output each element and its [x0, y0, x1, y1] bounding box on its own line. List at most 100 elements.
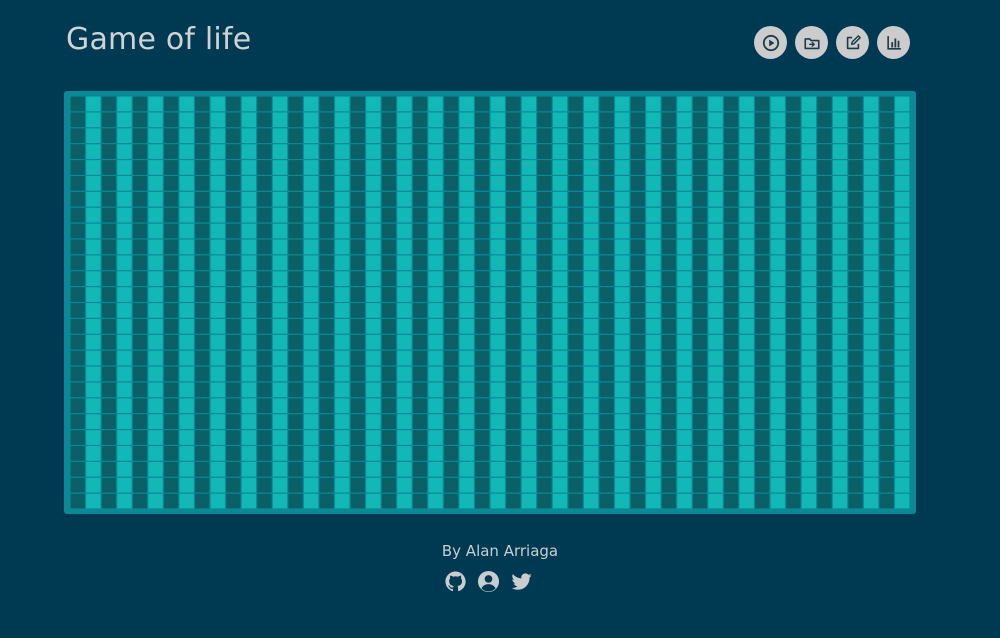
live-cell[interactable] — [397, 112, 412, 128]
live-cell[interactable] — [832, 446, 848, 461]
dead-cell[interactable] — [475, 366, 490, 382]
live-cell[interactable] — [677, 176, 692, 191]
live-cell[interactable] — [179, 144, 194, 159]
live-cell[interactable] — [677, 128, 692, 144]
dead-cell[interactable] — [506, 271, 521, 287]
live-cell[interactable] — [397, 191, 412, 207]
live-cell[interactable] — [646, 176, 661, 191]
dead-cell[interactable] — [443, 318, 459, 334]
dead-cell[interactable] — [692, 176, 708, 191]
dead-cell[interactable] — [475, 255, 490, 271]
live-cell[interactable] — [770, 191, 785, 207]
dead-cell[interactable] — [132, 160, 148, 175]
dead-cell[interactable] — [381, 239, 397, 255]
dead-cell[interactable] — [163, 160, 179, 175]
live-cell[interactable] — [459, 303, 474, 318]
live-cell[interactable] — [428, 334, 443, 350]
dead-cell[interactable] — [568, 382, 583, 398]
dead-cell[interactable] — [879, 223, 894, 239]
live-cell[interactable] — [552, 430, 568, 445]
live-cell[interactable] — [863, 303, 879, 318]
live-cell[interactable] — [117, 191, 132, 207]
dead-cell[interactable] — [70, 144, 85, 159]
dead-cell[interactable] — [786, 287, 801, 302]
live-cell[interactable] — [335, 207, 350, 223]
dead-cell[interactable] — [70, 382, 85, 398]
live-cell[interactable] — [397, 207, 412, 223]
dead-cell[interactable] — [288, 318, 303, 334]
live-cell[interactable] — [770, 239, 785, 255]
dead-cell[interactable] — [786, 112, 801, 128]
dead-cell[interactable] — [443, 366, 459, 382]
live-cell[interactable] — [615, 382, 630, 398]
live-cell[interactable] — [117, 160, 132, 175]
dead-cell[interactable] — [226, 255, 241, 271]
dead-cell[interactable] — [817, 493, 832, 509]
live-cell[interactable] — [895, 239, 910, 255]
dead-cell[interactable] — [257, 366, 272, 382]
live-cell[interactable] — [677, 398, 692, 414]
dead-cell[interactable] — [257, 287, 272, 302]
dead-cell[interactable] — [817, 446, 832, 461]
dead-cell[interactable] — [630, 366, 645, 382]
live-cell[interactable] — [179, 303, 194, 318]
edit-button[interactable] — [836, 26, 869, 59]
live-cell[interactable] — [335, 382, 350, 398]
live-cell[interactable] — [335, 318, 350, 334]
live-cell[interactable] — [490, 461, 505, 477]
live-cell[interactable] — [303, 144, 319, 159]
dead-cell[interactable] — [288, 366, 303, 382]
live-cell[interactable] — [521, 446, 537, 461]
dead-cell[interactable] — [412, 223, 428, 239]
dead-cell[interactable] — [692, 446, 708, 461]
live-cell[interactable] — [210, 493, 225, 509]
dead-cell[interactable] — [443, 493, 459, 509]
live-cell[interactable] — [117, 318, 132, 334]
dead-cell[interactable] — [70, 96, 85, 112]
dead-cell[interactable] — [879, 350, 894, 366]
dead-cell[interactable] — [692, 430, 708, 445]
live-cell[interactable] — [708, 287, 723, 302]
dead-cell[interactable] — [568, 176, 583, 191]
live-cell[interactable] — [148, 239, 163, 255]
live-cell[interactable] — [490, 128, 505, 144]
dead-cell[interactable] — [132, 398, 148, 414]
live-cell[interactable] — [303, 382, 319, 398]
live-cell[interactable] — [272, 430, 288, 445]
dead-cell[interactable] — [599, 303, 614, 318]
dead-cell[interactable] — [443, 96, 459, 112]
dead-cell[interactable] — [101, 112, 117, 128]
dead-cell[interactable] — [692, 271, 708, 287]
dead-cell[interactable] — [630, 461, 645, 477]
live-cell[interactable] — [677, 144, 692, 159]
live-cell[interactable] — [117, 398, 132, 414]
dead-cell[interactable] — [319, 255, 334, 271]
dead-cell[interactable] — [319, 398, 334, 414]
live-cell[interactable] — [272, 414, 288, 429]
dead-cell[interactable] — [630, 334, 645, 350]
dead-cell[interactable] — [195, 176, 210, 191]
dead-cell[interactable] — [412, 239, 428, 255]
dead-cell[interactable] — [350, 382, 365, 398]
live-cell[interactable] — [86, 271, 101, 287]
live-cell[interactable] — [366, 271, 381, 287]
dead-cell[interactable] — [475, 334, 490, 350]
live-cell[interactable] — [863, 223, 879, 239]
live-cell[interactable] — [335, 144, 350, 159]
live-cell[interactable] — [739, 382, 754, 398]
live-cell[interactable] — [615, 493, 630, 509]
live-cell[interactable] — [272, 160, 288, 175]
live-cell[interactable] — [86, 144, 101, 159]
live-cell[interactable] — [303, 477, 319, 493]
dead-cell[interactable] — [537, 255, 552, 271]
dead-cell[interactable] — [879, 493, 894, 509]
live-cell[interactable] — [552, 96, 568, 112]
dead-cell[interactable] — [755, 191, 770, 207]
live-cell[interactable] — [366, 128, 381, 144]
live-cell[interactable] — [677, 271, 692, 287]
dead-cell[interactable] — [475, 128, 490, 144]
live-cell[interactable] — [552, 128, 568, 144]
live-cell[interactable] — [863, 128, 879, 144]
live-cell[interactable] — [335, 271, 350, 287]
live-cell[interactable] — [615, 239, 630, 255]
